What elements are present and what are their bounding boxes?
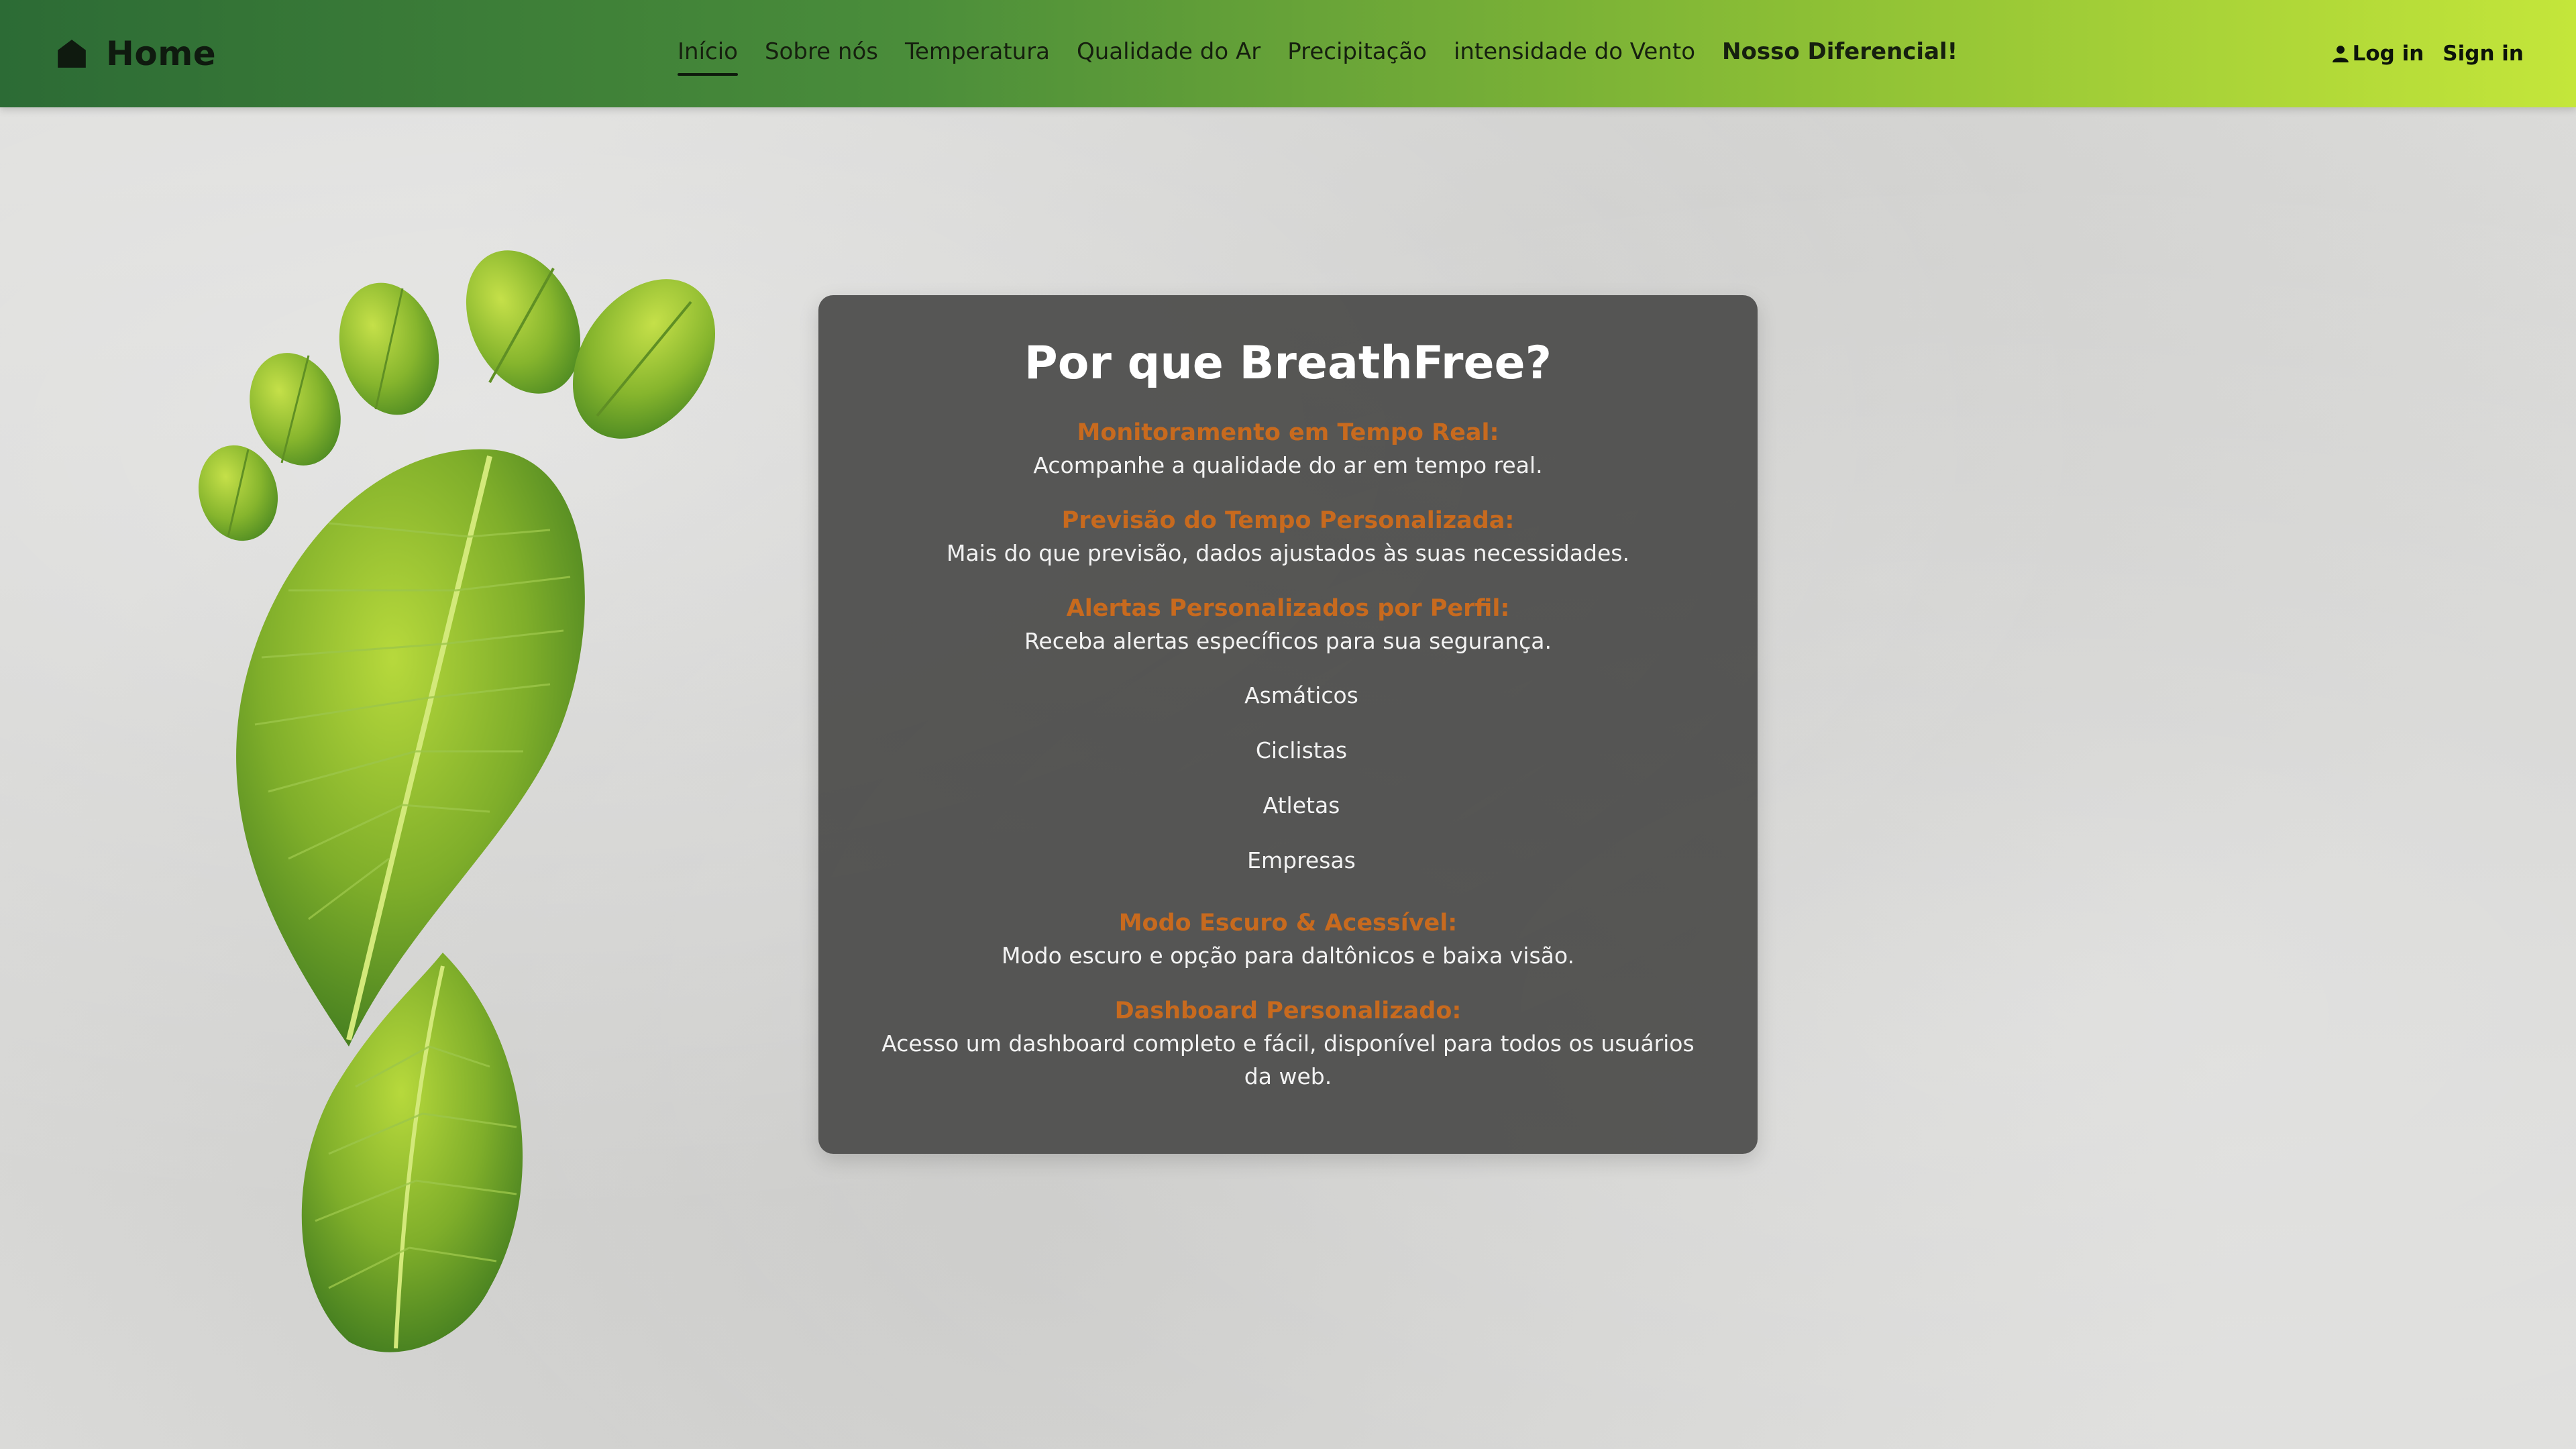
feature-title: Monitoramento em Tempo Real: bbox=[1077, 419, 1499, 446]
auth-links: Log in Sign in bbox=[2332, 0, 2524, 107]
house-icon bbox=[58, 40, 86, 68]
card-title: Por que BreathFree? bbox=[1024, 337, 1552, 390]
feature-item: Dashboard Personalizado: Acesso um dashb… bbox=[818, 996, 1758, 1093]
profile-list: Asmáticos Ciclistas Atletas Empresas bbox=[818, 668, 1758, 888]
feature-item: Alertas Personalizados por Perfil: Receb… bbox=[818, 594, 1758, 888]
nav-link-temperatura[interactable]: Temperatura bbox=[905, 38, 1050, 69]
nav-link-qualidade-do-ar[interactable]: Qualidade do Ar bbox=[1077, 38, 1260, 69]
profile-item: Atletas bbox=[1263, 792, 1340, 818]
leaf-footprint-illustration bbox=[198, 250, 716, 1352]
user-icon bbox=[2332, 46, 2349, 62]
feature-title: Alertas Personalizados por Perfil: bbox=[1066, 595, 1510, 622]
login-label: Log in bbox=[2352, 42, 2424, 66]
feature-title: Modo Escuro & Acessível: bbox=[1118, 910, 1458, 936]
why-breathfree-card: Por que BreathFree? Monitoramento em Tem… bbox=[818, 295, 1758, 1154]
feature-description: Acesso um dashboard completo e fácil, di… bbox=[881, 1030, 1695, 1090]
signin-link[interactable]: Sign in bbox=[2443, 42, 2524, 66]
feature-item: Previsão do Tempo Personalizada: Mais do… bbox=[818, 506, 1758, 570]
top-navbar: Home Início Sobre nós Temperatura Qualid… bbox=[0, 0, 2576, 107]
home-brand-link[interactable]: Home bbox=[55, 0, 216, 107]
feature-item: Monitoramento em Tempo Real: Acompanhe a… bbox=[818, 418, 1758, 482]
toe-leaf bbox=[198, 445, 278, 541]
feature-description: Modo escuro e opção para daltônicos e ba… bbox=[1002, 942, 1574, 969]
nav-link-sobre-nos[interactable]: Sobre nós bbox=[765, 38, 878, 69]
brand-label: Home bbox=[106, 34, 217, 73]
login-link[interactable]: Log in bbox=[2332, 42, 2424, 66]
feature-description: Receba alertas específicos para sua segu… bbox=[1024, 627, 1552, 654]
toe-leaf bbox=[339, 282, 439, 415]
nav-link-intensidade-do-vento[interactable]: intensidade do Vento bbox=[1454, 38, 1695, 69]
feature-title: Previsão do Tempo Personalizada: bbox=[1061, 507, 1515, 534]
feature-item: Modo Escuro & Acessível: Modo escuro e o… bbox=[818, 908, 1758, 972]
profile-item: Ciclistas bbox=[1255, 737, 1348, 763]
sole-leaf bbox=[236, 449, 585, 1046]
feature-description: Mais do que previsão, dados ajustados às… bbox=[947, 539, 1629, 566]
feature-description: Acompanhe a qualidade do ar em tempo rea… bbox=[1033, 451, 1543, 478]
main-nav: Início Sobre nós Temperatura Qualidade d… bbox=[678, 0, 1957, 107]
nav-link-nosso-diferencial[interactable]: Nosso Diferencial! bbox=[1722, 38, 1957, 69]
profile-item: Asmáticos bbox=[1244, 682, 1358, 708]
nav-link-inicio[interactable]: Início bbox=[678, 38, 738, 76]
profile-item: Empresas bbox=[1247, 847, 1356, 873]
nav-link-precipitacao[interactable]: Precipitação bbox=[1287, 38, 1427, 69]
feature-title: Dashboard Personalizado: bbox=[1114, 998, 1462, 1024]
